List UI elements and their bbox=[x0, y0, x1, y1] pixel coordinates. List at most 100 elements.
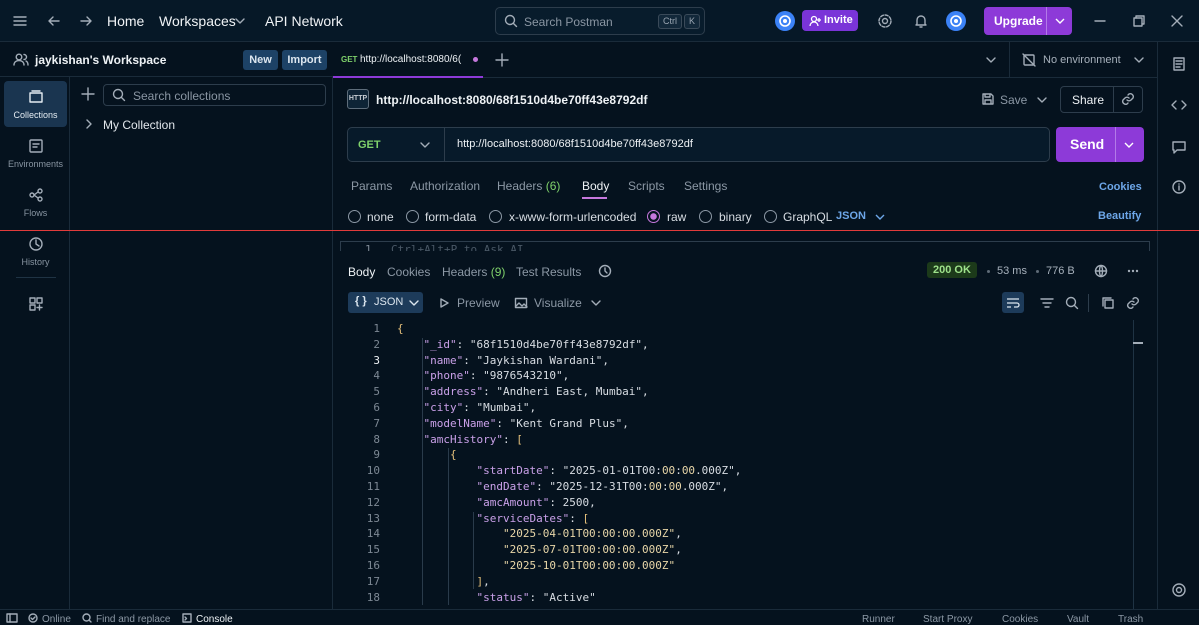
new-tab-plus-icon[interactable] bbox=[495, 53, 509, 67]
response-tab-cookies[interactable]: Cookies bbox=[387, 265, 430, 279]
link-icon[interactable] bbox=[1121, 92, 1135, 106]
info-icon[interactable] bbox=[1171, 179, 1187, 195]
globe-icon[interactable] bbox=[1094, 264, 1108, 278]
status-badge[interactable]: 200 OK bbox=[927, 262, 977, 278]
trash-button[interactable]: Trash bbox=[1118, 614, 1143, 625]
chevron-down-icon[interactable] bbox=[234, 15, 246, 27]
copy-icon[interactable] bbox=[1101, 296, 1115, 310]
chevron-down-icon[interactable] bbox=[874, 211, 886, 223]
response-format-select[interactable]: { } JSON bbox=[348, 292, 423, 313]
chevron-down-icon[interactable] bbox=[985, 54, 997, 66]
documentation-icon[interactable] bbox=[1171, 56, 1187, 72]
console-button[interactable]: Console bbox=[196, 614, 233, 625]
menu-icon[interactable] bbox=[12, 14, 28, 28]
pane-divider[interactable] bbox=[0, 230, 1199, 231]
vault-button[interactable]: Vault bbox=[1067, 614, 1089, 625]
invite-button[interactable]: Invite bbox=[802, 10, 858, 31]
upgrade-button[interactable]: Upgrade bbox=[984, 7, 1072, 35]
share-button[interactable]: Share bbox=[1072, 93, 1104, 107]
tab-settings[interactable]: Settings bbox=[684, 179, 727, 193]
more-icon[interactable] bbox=[1126, 266, 1140, 276]
url-input[interactable]: http://localhost:8080/68f1510d4be70ff43e… bbox=[457, 138, 693, 150]
rail-flows[interactable]: Flows bbox=[4, 179, 67, 225]
nav-workspaces[interactable]: Workspaces bbox=[159, 13, 236, 29]
tab-scripts[interactable]: Scripts bbox=[628, 179, 665, 193]
chevron-down-icon[interactable] bbox=[1036, 94, 1048, 106]
collection-item[interactable]: My Collection bbox=[103, 118, 175, 132]
method-select[interactable]: GET bbox=[358, 139, 381, 151]
global-search[interactable]: Search Postman Ctrl K bbox=[495, 7, 705, 35]
nav-api-network[interactable]: API Network bbox=[265, 13, 343, 29]
radio-raw[interactable] bbox=[647, 210, 660, 223]
label-graphql: GraphQL bbox=[783, 210, 833, 224]
find-replace[interactable]: Find and replace bbox=[96, 614, 171, 625]
tab-request[interactable]: GET http://localhost:8080/6( bbox=[333, 42, 483, 78]
response-body-code[interactable]: 1{2 "_id": "68f1510d4be70ff43e8792df", 3 … bbox=[340, 320, 1140, 609]
close-icon[interactable] bbox=[1170, 14, 1184, 28]
rail-environments[interactable]: Environments bbox=[4, 130, 67, 176]
response-size[interactable]: 776 B bbox=[1046, 265, 1075, 277]
chevron-down-icon[interactable] bbox=[419, 139, 431, 151]
chevron-down-icon[interactable] bbox=[590, 297, 602, 309]
radio-graphql[interactable] bbox=[764, 210, 777, 223]
rail-collections[interactable]: Collections bbox=[4, 81, 67, 127]
chevron-down-icon[interactable] bbox=[1133, 54, 1145, 66]
new-button[interactable]: New bbox=[243, 50, 278, 70]
runner-button[interactable]: Runner bbox=[862, 614, 895, 625]
cookies-button[interactable]: Cookies bbox=[1002, 614, 1038, 625]
save-icon[interactable] bbox=[981, 92, 995, 106]
back-arrow-icon[interactable] bbox=[46, 13, 62, 29]
chevron-right-icon[interactable] bbox=[84, 118, 94, 130]
tab-authorization[interactable]: Authorization bbox=[410, 179, 480, 193]
visualize-button[interactable]: Visualize bbox=[534, 296, 582, 310]
wrap-lines-button[interactable] bbox=[1002, 292, 1024, 313]
request-body-editor[interactable]: 1 Ctrl+Alt+P to Ask AI bbox=[340, 241, 1150, 251]
link-icon[interactable] bbox=[1126, 296, 1140, 310]
tab-params[interactable]: Params bbox=[351, 179, 392, 193]
search-icon[interactable] bbox=[1065, 296, 1079, 310]
rail-history[interactable]: History bbox=[4, 228, 67, 274]
collection-search-input[interactable]: Search collections bbox=[103, 84, 326, 106]
import-button[interactable]: Import bbox=[282, 50, 327, 70]
avatar[interactable] bbox=[775, 11, 795, 31]
radio-binary[interactable] bbox=[699, 210, 712, 223]
comments-icon[interactable] bbox=[1171, 139, 1187, 155]
radio-form-data[interactable] bbox=[406, 210, 419, 223]
tab-headers[interactable]: Headers (6) bbox=[497, 179, 560, 193]
send-button[interactable]: Send bbox=[1056, 127, 1144, 162]
nav-home[interactable]: Home bbox=[107, 13, 144, 29]
braces-icon: { } bbox=[355, 295, 367, 307]
plus-icon[interactable] bbox=[81, 87, 95, 101]
radio-urlencoded[interactable] bbox=[489, 210, 502, 223]
filter-icon[interactable] bbox=[1040, 296, 1054, 310]
profile-avatar[interactable] bbox=[946, 11, 966, 31]
response-tab-body[interactable]: Body bbox=[348, 265, 375, 279]
code-icon[interactable] bbox=[1171, 97, 1187, 113]
forward-arrow-icon[interactable] bbox=[78, 13, 94, 29]
chevron-down-icon[interactable] bbox=[1054, 15, 1066, 27]
sidebar-toggle-icon[interactable] bbox=[6, 613, 18, 623]
maximize-icon[interactable] bbox=[1132, 14, 1146, 28]
tab-body[interactable]: Body bbox=[582, 179, 609, 193]
gear-icon[interactable] bbox=[877, 13, 893, 29]
response-time[interactable]: 53 ms bbox=[997, 265, 1027, 277]
chevron-down-icon[interactable] bbox=[1123, 139, 1135, 151]
response-tab-test-results[interactable]: Test Results bbox=[516, 265, 581, 279]
request-title[interactable]: http://localhost:8080/68f1510d4be70ff43e… bbox=[376, 93, 647, 107]
online-status[interactable]: Online bbox=[42, 614, 71, 625]
history-icon[interactable] bbox=[598, 264, 612, 278]
minimize-icon[interactable] bbox=[1093, 14, 1107, 28]
raw-format-select[interactable]: JSON bbox=[836, 210, 866, 222]
bell-icon[interactable] bbox=[913, 13, 929, 29]
save-button[interactable]: Save bbox=[1000, 93, 1027, 107]
environment-select[interactable]: No environment bbox=[1043, 54, 1121, 66]
help-icon[interactable] bbox=[1171, 582, 1187, 598]
grid-plus-icon[interactable] bbox=[28, 296, 44, 312]
beautify-link[interactable]: Beautify bbox=[1098, 210, 1141, 222]
preview-button[interactable]: Preview bbox=[457, 296, 500, 310]
workspace-name[interactable]: jaykishan's Workspace bbox=[35, 53, 166, 67]
response-tab-headers[interactable]: Headers (9) bbox=[442, 265, 505, 279]
start-proxy-button[interactable]: Start Proxy bbox=[923, 614, 972, 625]
cookies-link[interactable]: Cookies bbox=[1099, 181, 1142, 193]
radio-none[interactable] bbox=[348, 210, 361, 223]
